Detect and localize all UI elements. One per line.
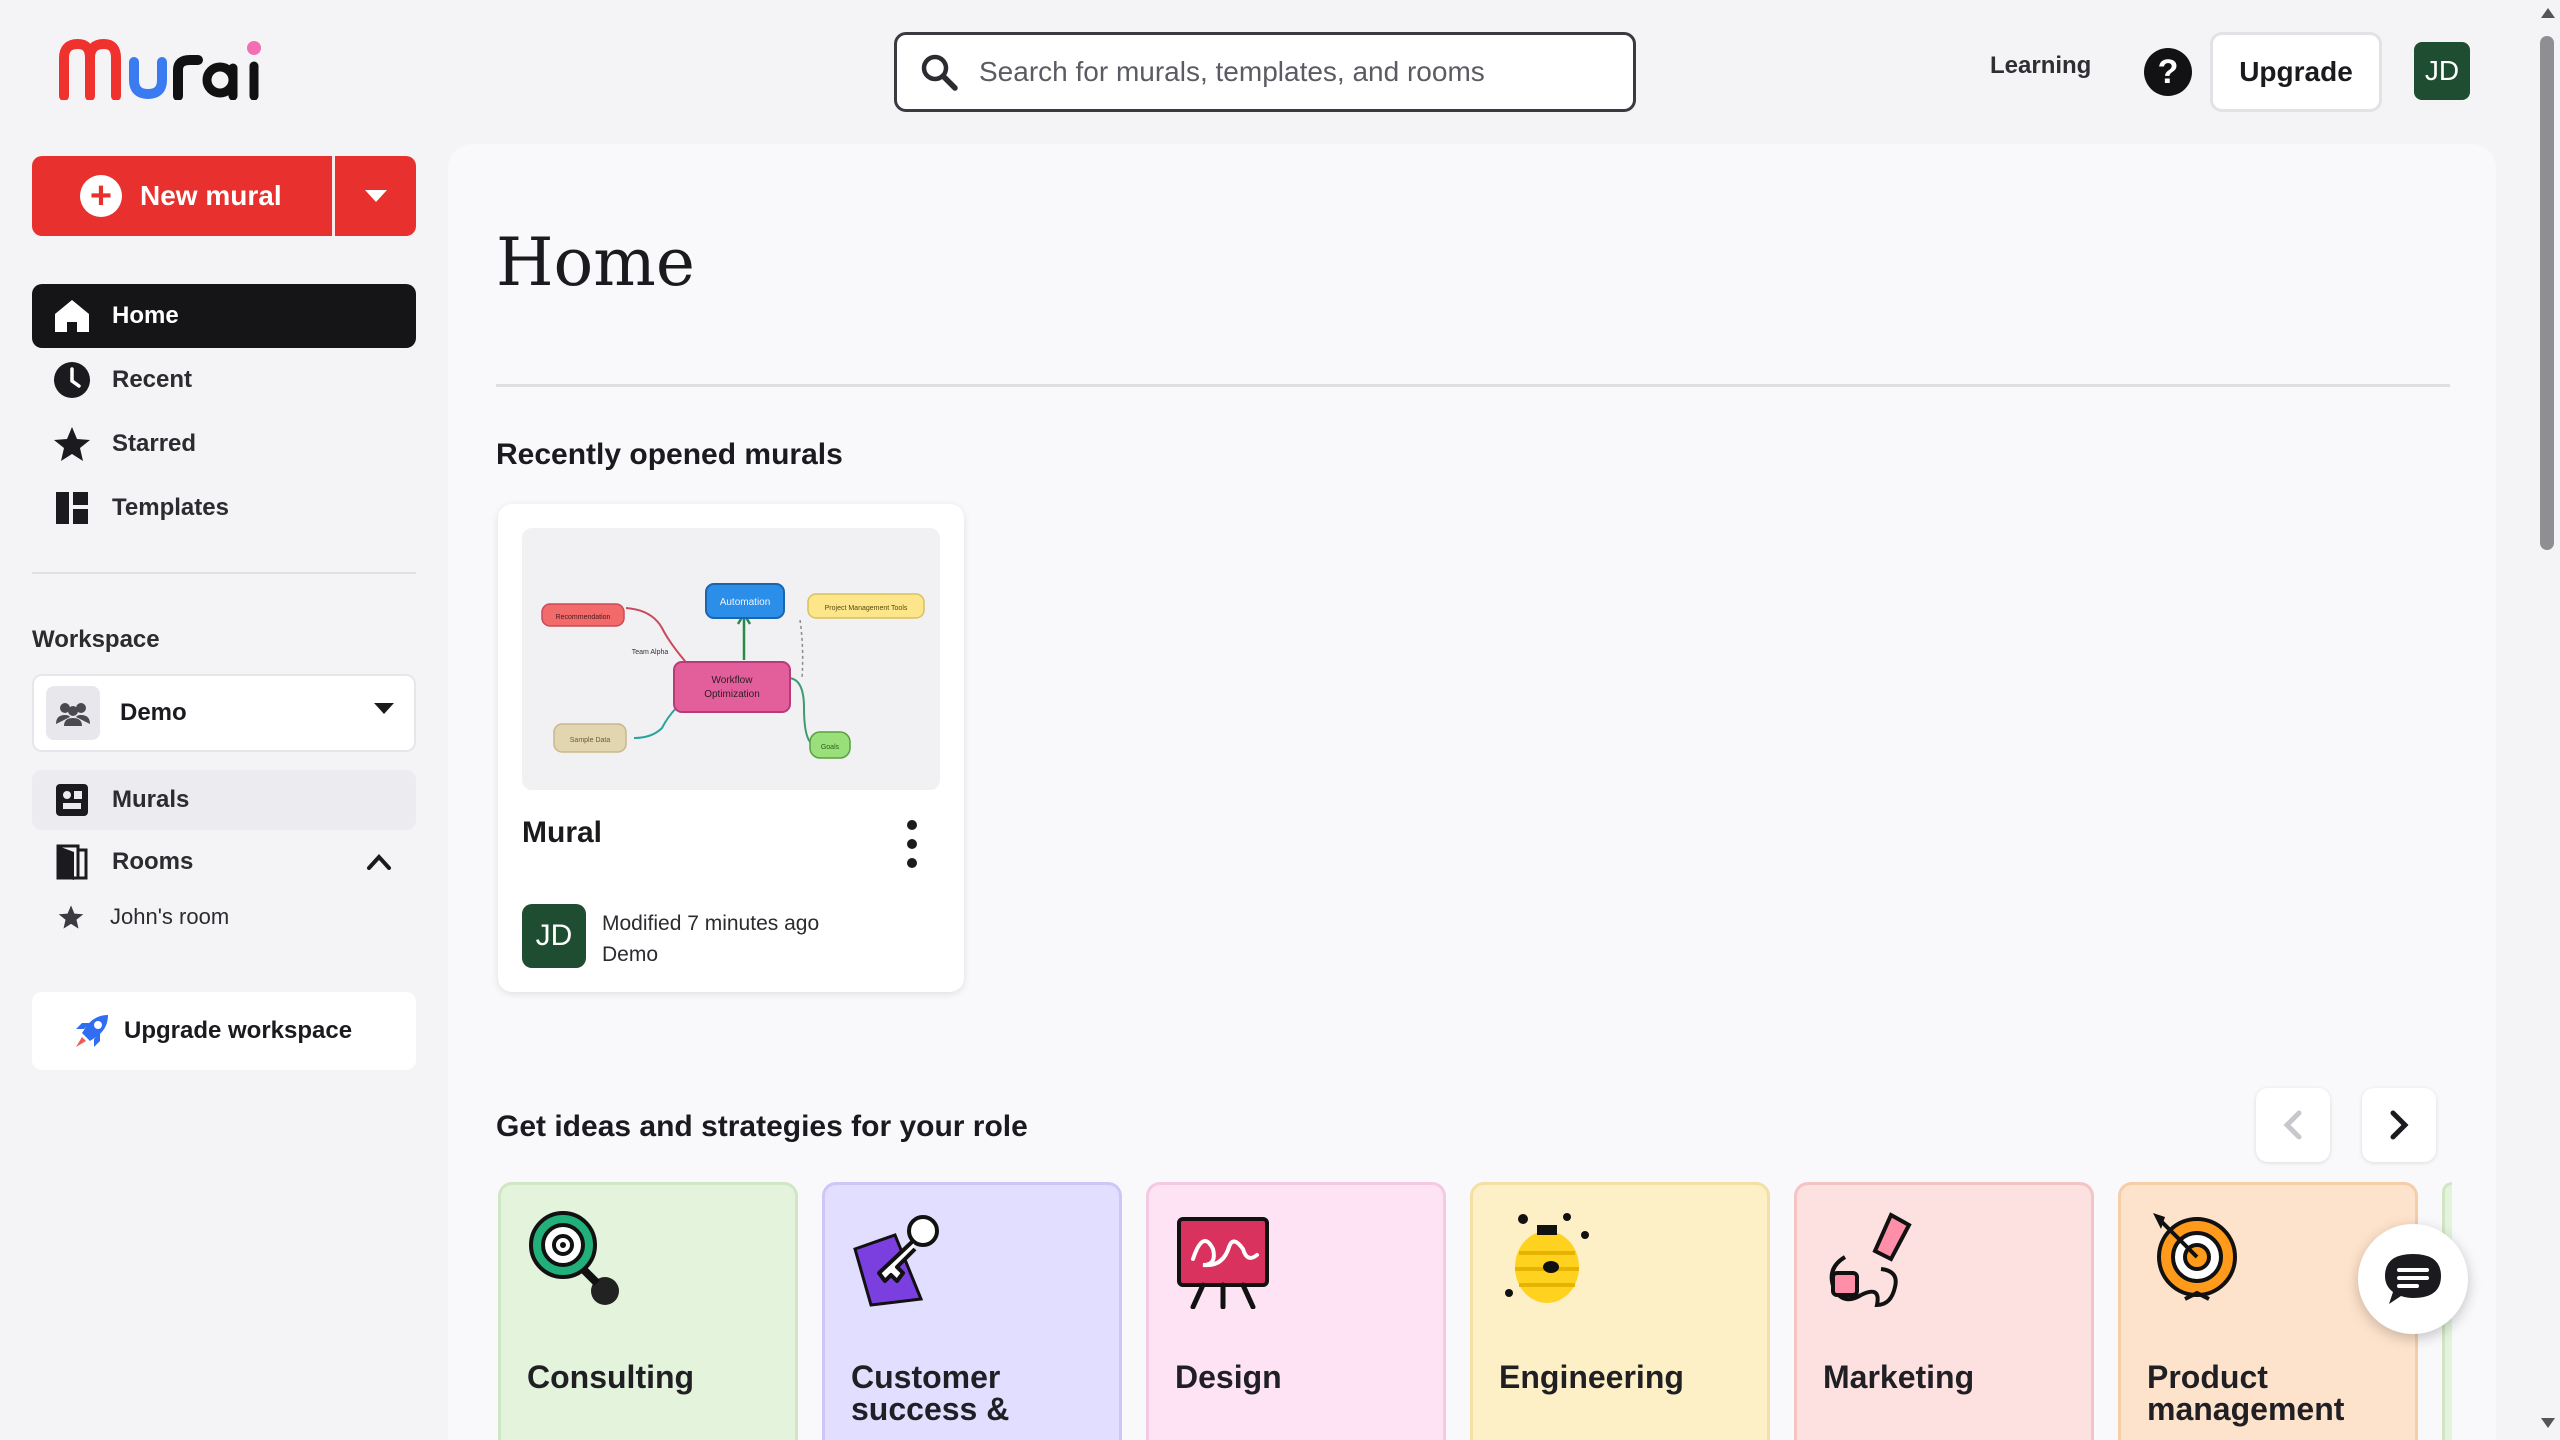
chevron-right-icon <box>2390 1110 2409 1140</box>
workspace-heading: Workspace <box>32 626 160 653</box>
thumb-recommendation-text: Recommendation <box>556 614 611 621</box>
key-envelope-icon <box>853 1215 939 1307</box>
room-item-johns-room[interactable]: John's room <box>56 902 229 932</box>
sidebar-item-label: Home <box>112 302 179 329</box>
search-icon <box>921 54 958 91</box>
thumb-automation-text: Automation <box>720 597 771 608</box>
thumb-center-text: Workflow <box>712 675 754 686</box>
help-button[interactable]: ? <box>2144 48 2192 96</box>
new-mural-button[interactable]: + New mural <box>32 156 332 236</box>
thumb-tools-text: Project Management Tools <box>825 605 908 612</box>
main-content: Home Recently opened murals Workflow Opt… <box>448 144 2496 1440</box>
plus-circle-icon: + <box>80 175 122 217</box>
user-avatar[interactable]: JD <box>2414 42 2470 100</box>
role-label: Engineering <box>1499 1359 1684 1395</box>
thumb-goals-text: Goals <box>821 744 840 751</box>
chevron-up-icon[interactable] <box>366 854 392 870</box>
sidebar-item-label: Starred <box>112 430 197 457</box>
star-icon <box>56 902 86 932</box>
search-bar[interactable] <box>894 32 1636 112</box>
door-icon <box>52 842 92 882</box>
rocket-icon <box>76 1015 108 1047</box>
upgrade-workspace-label: Upgrade workspace <box>124 1017 353 1044</box>
magnifier-eye-icon <box>529 1211 619 1305</box>
thumb-center-text-2: Optimization <box>704 689 760 700</box>
search-input[interactable] <box>979 42 1633 102</box>
page-title: Home <box>496 224 695 301</box>
thumb-team-text: Team Alpha <box>632 649 669 656</box>
megaphone-icon <box>1829 1212 1912 1308</box>
ideas-heading: Get ideas and strategies for your role <box>496 1110 1028 1143</box>
title-divider <box>496 384 2450 387</box>
beehive-icon <box>1505 1213 1589 1303</box>
star-icon <box>52 424 92 464</box>
mural-thumbnail[interactable]: Workflow Optimization Automation Project… <box>522 528 940 790</box>
chevron-left-icon <box>2283 1110 2302 1140</box>
chat-bubble-icon <box>2385 1254 2441 1304</box>
page-scrollbar[interactable] <box>2536 0 2560 1440</box>
murals-icon <box>52 780 92 820</box>
home-icon <box>52 296 92 336</box>
easel-icon <box>1177 1217 1269 1309</box>
scrollbar-thumb[interactable] <box>2540 36 2554 550</box>
workspace-selector[interactable]: Demo <box>32 674 416 752</box>
mural-modified: Modified 7 minutes ago <box>602 912 820 935</box>
owner-avatar: JD <box>522 904 586 968</box>
role-card-customer-success[interactable]: Customer success & <box>822 1182 1122 1440</box>
carousel-next-button[interactable] <box>2362 1088 2436 1162</box>
role-card-design[interactable]: Design <box>1146 1182 1446 1440</box>
templates-icon <box>52 488 92 528</box>
mural-name[interactable]: Mural <box>522 816 602 850</box>
sidebar-item-home[interactable]: Home <box>32 284 416 348</box>
scroll-up-arrow-icon[interactable] <box>2541 8 2555 18</box>
button-separator <box>332 156 335 236</box>
sidebar-item-label: Rooms <box>112 848 194 875</box>
sidebar-item-recent[interactable]: Recent <box>32 348 416 412</box>
chevron-down-icon <box>364 190 387 202</box>
chevron-down-icon <box>374 703 394 714</box>
target-icon <box>2153 1213 2237 1301</box>
sidebar: + New mural Home Recent Starred Template… <box>0 144 440 1440</box>
sidebar-item-label: Templates <box>112 494 229 521</box>
role-label: Marketing <box>1823 1359 1975 1395</box>
kebab-menu-icon[interactable] <box>906 820 918 868</box>
learning-link[interactable]: Learning <box>1990 52 2091 80</box>
mural-card[interactable]: Workflow Optimization Automation Project… <box>498 504 964 992</box>
people-icon <box>46 686 100 740</box>
role-card-engineering[interactable]: Engineering <box>1470 1182 1770 1440</box>
chat-button[interactable] <box>2358 1224 2468 1334</box>
role-label: Customer success & <box>851 1359 1010 1427</box>
role-label: Product management <box>2147 1359 2345 1427</box>
scroll-down-arrow-icon[interactable] <box>2541 1418 2555 1428</box>
thumb-sample-text: Sample Data <box>570 737 611 744</box>
upgrade-button[interactable]: Upgrade <box>2210 32 2382 112</box>
role-label: Consulting <box>527 1359 695 1395</box>
sidebar-item-label: Recent <box>112 366 193 393</box>
upgrade-workspace-button[interactable]: Upgrade workspace <box>32 992 416 1070</box>
top-bar: Learning ? Upgrade JD <box>0 0 2540 144</box>
new-mural-dropdown-button[interactable] <box>335 156 416 236</box>
room-item-label: John's room <box>110 904 230 929</box>
sidebar-item-starred[interactable]: Starred <box>32 412 416 476</box>
clock-icon <box>52 360 92 400</box>
sidebar-item-murals[interactable]: Murals <box>32 770 416 830</box>
mural-logo[interactable] <box>58 36 264 100</box>
role-card-marketing[interactable]: Marketing <box>1794 1182 2094 1440</box>
carousel-prev-button[interactable] <box>2256 1088 2330 1162</box>
recent-murals-heading: Recently opened murals <box>496 438 843 471</box>
role-card-consulting[interactable]: Consulting <box>498 1182 798 1440</box>
sidebar-divider <box>32 572 416 574</box>
new-mural-button-group: + New mural <box>32 156 416 236</box>
mural-meta: Modified 7 minutes ago Demo <box>602 908 819 970</box>
new-mural-label: New mural <box>140 180 282 211</box>
mural-workspace: Demo <box>602 943 659 966</box>
sidebar-item-label: Murals <box>112 786 190 813</box>
role-label: Design <box>1175 1359 1282 1395</box>
sidebar-item-templates[interactable]: Templates <box>32 476 416 540</box>
sidebar-item-rooms[interactable]: Rooms <box>32 832 416 892</box>
workspace-name: Demo <box>120 699 187 726</box>
